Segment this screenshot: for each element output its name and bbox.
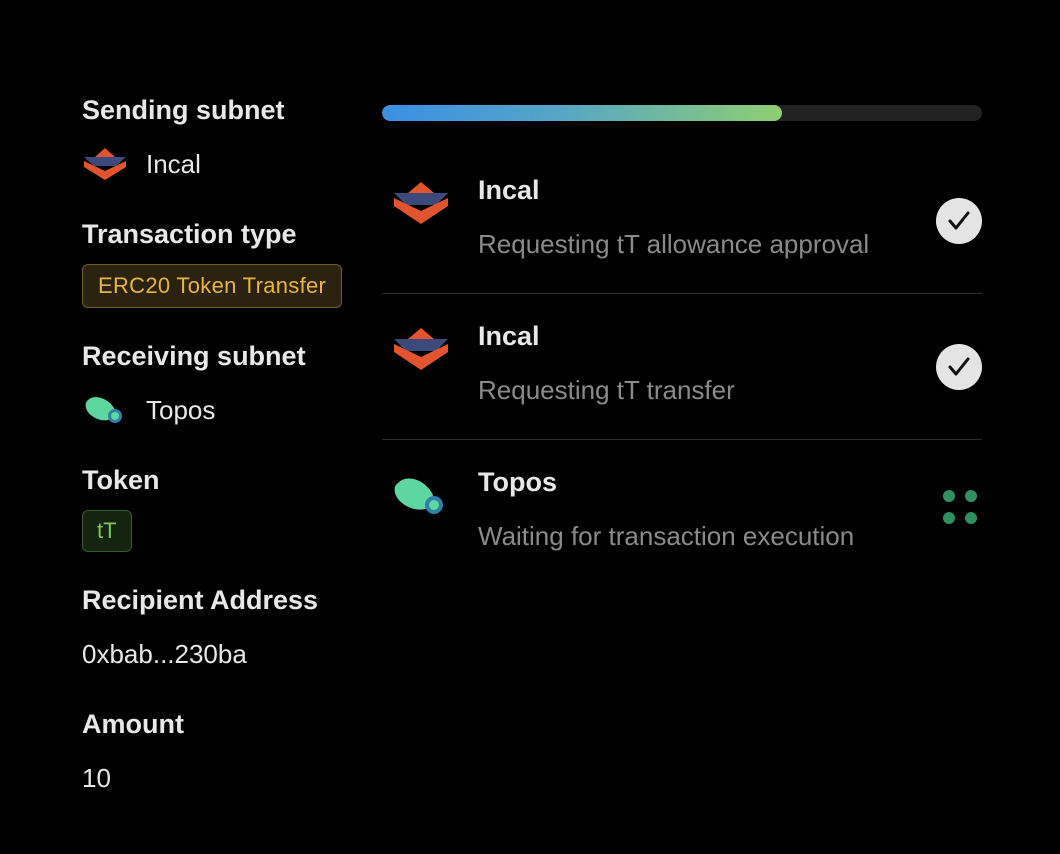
recipient-address-value: 0xbab...230ba (82, 638, 247, 669)
transaction-details: Sending subnet Incal Transaction type ER… (82, 92, 372, 796)
topos-logo-icon (82, 392, 128, 428)
step-item: Incal Requesting tT transfer (382, 301, 982, 440)
incal-logo-icon (82, 146, 128, 182)
progress-bar-fill (382, 105, 783, 121)
sending-subnet-name: Incal (146, 148, 201, 179)
recipient-address-row: 0xbab...230ba (82, 636, 372, 672)
incal-logo-icon (390, 325, 452, 375)
step-description: Requesting tT transfer (478, 375, 735, 405)
check-icon (936, 344, 982, 390)
receiving-subnet-label: Receiving subnet (82, 341, 306, 371)
amount-value: 10 (82, 762, 111, 793)
step-description: Requesting tT allowance approval (478, 229, 870, 259)
steps-list: Incal Requesting tT allowance approval I… (382, 155, 982, 592)
step-subnet-name: Incal (478, 175, 540, 205)
sending-subnet: Incal (82, 146, 372, 182)
amount-label: Amount (82, 709, 184, 739)
topos-logo-icon (390, 471, 452, 521)
loading-spinner-icon (940, 487, 980, 527)
token-label: Token (82, 465, 160, 495)
transaction-type-badge: ERC20 Token Transfer (82, 264, 343, 308)
progress-bar (382, 105, 982, 121)
step-item: Topos Waiting for transaction execution (382, 447, 982, 585)
step-item: Incal Requesting tT allowance approval (382, 155, 982, 294)
check-icon (936, 198, 982, 244)
step-subnet-name: Topos (478, 467, 557, 497)
receiving-subnet-name: Topos (146, 394, 216, 425)
step-subnet-name: Incal (478, 321, 540, 351)
token-badge: tT (82, 510, 132, 552)
transaction-type-label: Transaction type (82, 219, 297, 249)
step-description: Waiting for transaction execution (478, 521, 855, 551)
sending-subnet-label: Sending subnet (82, 95, 285, 125)
amount-row: 10 (82, 760, 372, 796)
recipient-address-label: Recipient Address (82, 585, 319, 615)
incal-logo-icon (390, 179, 452, 229)
receiving-subnet: Topos (82, 392, 372, 428)
